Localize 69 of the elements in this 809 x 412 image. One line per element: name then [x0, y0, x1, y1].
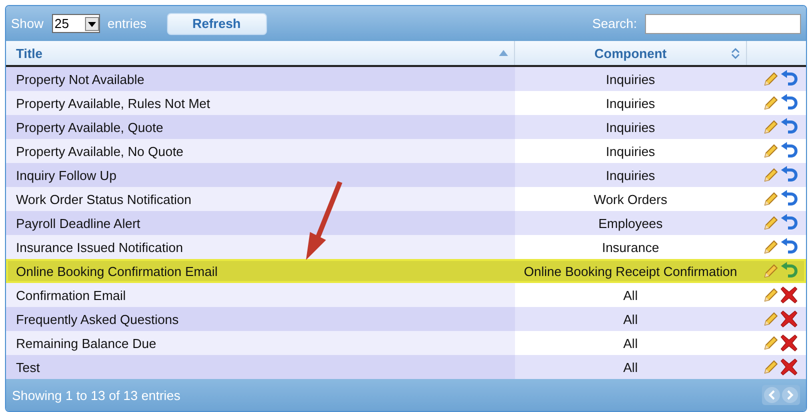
table-cell: Property Available, Rules Not Met: [6, 91, 515, 115]
show-label: Show: [11, 16, 44, 31]
column-header[interactable]: Title: [6, 41, 515, 65]
table-cell: Remaining Balance Due: [6, 331, 515, 355]
column-header[interactable]: Component: [515, 41, 747, 65]
table-cell-text: Inquiries: [604, 94, 656, 113]
delete-icon[interactable]: [780, 286, 798, 304]
search-field[interactable]: [645, 14, 801, 34]
table-cell-text: Inquiries: [604, 142, 656, 161]
table-cell: Property Not Available: [6, 67, 515, 91]
table-row[interactable]: Inquiry Follow Up Inquiries: [6, 163, 806, 187]
table-cell: Property Available, No Quote: [6, 139, 515, 163]
pencil-icon[interactable]: [763, 287, 779, 303]
table-cell-text: Employees: [597, 214, 664, 233]
table-cell-text: All: [622, 310, 639, 328]
table-cell-text: Inquiries: [604, 166, 656, 185]
table-cell-text: Inquiries: [604, 118, 656, 137]
undo-arrow-icon[interactable]: [780, 70, 798, 88]
table-cell-text: All: [622, 358, 639, 376]
pencil-icon[interactable]: [763, 311, 779, 327]
undo-arrow-icon[interactable]: [780, 94, 798, 112]
pencil-icon[interactable]: [763, 191, 779, 207]
table-cell-text: Work Orders: [592, 190, 668, 208]
table-cell: Confirmation Email: [6, 283, 515, 307]
pencil-icon[interactable]: [763, 263, 779, 279]
table-cell-text: Inquiries: [604, 70, 656, 89]
delete-icon[interactable]: [780, 334, 798, 352]
table-row[interactable]: Property Available, Quote Inquiries: [6, 115, 806, 139]
undo-arrow-icon[interactable]: [780, 142, 798, 160]
pencil-icon[interactable]: [763, 119, 779, 135]
table-cell-text: Insurance: [600, 238, 660, 256]
table-cell: Property Available, Quote: [6, 115, 515, 139]
previous-page-icon[interactable]: [763, 386, 781, 404]
undo-arrow-icon[interactable]: [780, 118, 798, 136]
refresh-button[interactable]: Refresh: [166, 12, 267, 34]
entries-label: entries: [108, 16, 147, 31]
undo-arrow-icon[interactable]: [780, 166, 798, 184]
pencil-icon[interactable]: [763, 167, 779, 183]
pencil-icon[interactable]: [763, 95, 779, 111]
undo-arrow-icon[interactable]: [780, 214, 798, 232]
pencil-icon[interactable]: [763, 359, 779, 375]
table-row[interactable]: Online Booking Confirmation Email Online Booking Receipt Confirmation: [6, 259, 806, 283]
undo-arrow-icon[interactable]: [780, 190, 798, 208]
table-cell: Work Order Status Notification: [6, 187, 515, 211]
search-label: Search:: [592, 16, 637, 31]
table-cell-text: All: [622, 334, 639, 352]
delete-icon[interactable]: [780, 310, 798, 328]
delete-icon[interactable]: [780, 358, 798, 376]
table-cell: Frequently Asked Questions: [6, 307, 515, 331]
undo-arrow-icon[interactable]: [780, 262, 798, 280]
table-cell-text: Online Booking Receipt Confirmation: [522, 262, 738, 281]
table-row[interactable]: Payroll Deadline Alert Employees: [6, 211, 806, 235]
page-size-select[interactable]: 25: [52, 14, 100, 33]
table-cell: Inquiry Follow Up: [6, 163, 515, 187]
table-row[interactable]: Frequently Asked Questions All: [6, 307, 806, 331]
table-info: Showing 1 to 13 of 13 entries: [12, 388, 180, 402]
pencil-icon[interactable]: [763, 143, 779, 159]
table-row[interactable]: Property Not Available Inquiries: [6, 67, 806, 91]
pencil-icon[interactable]: [763, 335, 779, 351]
pencil-icon[interactable]: [763, 239, 779, 255]
pencil-icon[interactable]: [763, 215, 779, 231]
table-row[interactable]: Test All: [6, 355, 806, 379]
table-cell: Payroll Deadline Alert: [6, 211, 515, 235]
pencil-icon[interactable]: [763, 71, 779, 87]
table-cell: Test: [6, 355, 515, 379]
table-cell-text: All: [622, 286, 639, 304]
next-page-icon[interactable]: [781, 386, 799, 404]
table-cell: Insurance Issued Notification: [6, 235, 515, 259]
undo-arrow-icon[interactable]: [780, 238, 798, 256]
